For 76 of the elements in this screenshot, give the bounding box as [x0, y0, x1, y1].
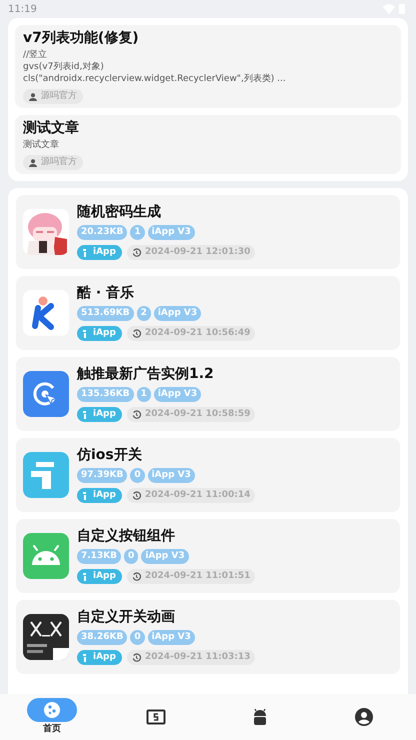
- author-name: 源吗官方: [41, 156, 77, 169]
- history-icon: [132, 491, 141, 500]
- app-name: 仿ios开关: [77, 447, 143, 463]
- app-card[interactable]: 随机密码生成 20.23KB 1 iApp V3 iApp 2024-09-21 12:01:30: [16, 195, 400, 269]
- article-excerpt: 测试文章: [23, 139, 60, 151]
- info-icon: [83, 572, 87, 580]
- person-icon: [29, 92, 37, 100]
- info-icon: [83, 654, 87, 662]
- app-name: 自定义按钮组件: [77, 528, 176, 544]
- android-icon: [252, 707, 268, 727]
- person-icon: [29, 158, 37, 166]
- article-excerpt: //竖立: [23, 49, 48, 61]
- history-icon: [132, 653, 141, 662]
- app-card[interactable]: 触推最新广告实例1.2 135.36KB 1 iApp V3 iApp 2024-09-21 10:58:59: [16, 357, 400, 431]
- history-icon: [132, 248, 141, 257]
- info-icon: [23, 452, 69, 498]
- app-name: 随机密码生成: [77, 204, 162, 220]
- platform-name: iApp: [93, 246, 116, 259]
- platform-name: iApp: [93, 408, 116, 421]
- article-title: v7列表功能(修复): [23, 29, 140, 47]
- version-tag: iApp V3: [148, 630, 195, 645]
- platform-name: iApp: [93, 488, 116, 502]
- platform-name: iApp: [93, 570, 116, 583]
- version-tag: iApp V3: [154, 387, 202, 402]
- history-icon: [132, 572, 141, 581]
- count-tag: 1: [136, 387, 151, 402]
- nav-tab[interactable]: 首页: [0, 698, 104, 736]
- upload-time: 2024-09-21 10:58:59: [144, 408, 250, 421]
- status-time: 11:19: [8, 2, 37, 16]
- article-title: 测试文章: [23, 119, 80, 137]
- banknote-icon: [146, 708, 166, 726]
- info-icon: [83, 410, 87, 418]
- size-tag: 97.39KB: [77, 468, 128, 483]
- info-icon: [83, 492, 87, 500]
- article-card[interactable]: v7列表功能(修复) //竖立 gvs(v7列表id,对象) cls("androidx.recyclerview.widget.RecyclerView",列表类) ... 源吗官方: [15, 25, 401, 108]
- app-name: 自定义开关动画: [77, 609, 176, 625]
- history-icon: [132, 329, 141, 338]
- article-card[interactable]: 测试文章 测试文章 源吗官方: [15, 115, 401, 174]
- planet-icon: [43, 700, 61, 719]
- history-icon: [132, 410, 141, 419]
- app-card[interactable]: 仿ios开关 97.39KB 0 iApp V3 iApp 2024-09-21 11:00:14: [16, 438, 400, 512]
- count-tag: 0: [130, 630, 145, 645]
- size-tag: 135.36KB: [77, 387, 134, 402]
- user-icon: [354, 707, 374, 727]
- author-name: 源吗官方: [41, 90, 77, 103]
- android-icon: [23, 533, 69, 579]
- size-tag: 20.23KB: [77, 225, 128, 240]
- platform-name: iApp: [93, 650, 116, 664]
- version-tag: iApp V3: [141, 549, 189, 564]
- app-name: 触推最新广告实例1.2: [77, 366, 215, 382]
- size-tag: 38.26KB: [77, 630, 128, 645]
- upload-time: 2024-09-21 12:01:30: [144, 246, 250, 259]
- size-tag: 513.69KB: [77, 306, 134, 321]
- count-tag: 2: [136, 306, 151, 321]
- article-excerpt: gvs(v7列表id,对象): [23, 61, 105, 73]
- app-card[interactable]: 自定义按钮组件 7.13KB 0 iApp V3 iApp 2024-09-21 11:01:51: [16, 519, 400, 593]
- platform-name: iApp: [93, 326, 116, 340]
- info-icon: [83, 330, 87, 338]
- app-card[interactable]: 酷 · 音乐 513.69KB 2 iApp V3 iApp 2024-09-21 10:56:49: [16, 276, 400, 350]
- info-icon: [83, 248, 87, 256]
- app-card[interactable]: 自定义开关动画 38.26KB 0 iApp V3 iApp 2024-09-21 11:03:13: [16, 600, 400, 674]
- version-tag: iApp V3: [148, 468, 195, 483]
- upload-time: 2024-09-21 11:03:13: [144, 650, 250, 664]
- article-excerpt: cls("androidx.recyclerview.widget.RecyclerView",列表类) ...: [23, 73, 287, 85]
- upload-time: 2024-09-21 11:00:14: [144, 488, 250, 502]
- count-tag: 0: [124, 549, 138, 564]
- version-tag: iApp V3: [154, 306, 202, 321]
- upload-time: 2024-09-21 10:56:49: [144, 326, 250, 340]
- size-tag: 7.13KB: [77, 549, 122, 564]
- cursor-target-icon: [23, 371, 69, 417]
- version-tag: iApp V3: [148, 225, 195, 240]
- count-tag: 1: [130, 225, 145, 240]
- app-name: 酷 · 音乐: [77, 285, 136, 301]
- upload-time: 2024-09-21 11:01:51: [144, 570, 250, 583]
- count-tag: 0: [130, 468, 145, 483]
- k-logo-icon: [23, 290, 69, 336]
